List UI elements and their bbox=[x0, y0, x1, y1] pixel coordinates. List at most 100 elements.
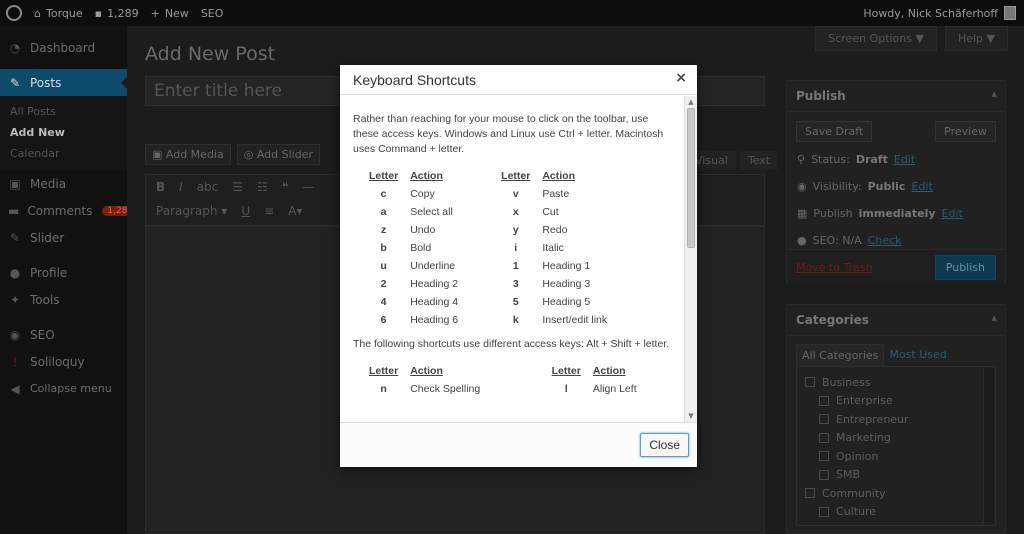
category-scrollbar[interactable] bbox=[983, 368, 994, 524]
checkbox[interactable] bbox=[819, 469, 829, 480]
blockquote-icon[interactable]: ❝ bbox=[282, 180, 288, 194]
admin-sidebar: ◔ Dashboard ✎ Posts All Posts Add New Cale… bbox=[0, 26, 139, 534]
category-item[interactable]: Enterprise bbox=[805, 392, 987, 411]
comments-link[interactable]: ▪ 1,289 bbox=[95, 7, 139, 20]
horizontal-line-icon[interactable]: — bbox=[302, 180, 314, 194]
user-icon: ● bbox=[9, 265, 21, 280]
category-item[interactable]: SMB bbox=[805, 466, 987, 485]
shortcuts-table: Letter Action Letter Action c Copy v Paste … bbox=[363, 168, 653, 329]
help-button[interactable]: Help ▼ bbox=[944, 26, 1008, 51]
column-header: Letter bbox=[501, 170, 531, 182]
column-header: Letter bbox=[369, 170, 399, 182]
submenu-add-new[interactable]: Add New bbox=[0, 122, 127, 143]
posts-submenu: All Posts Add New Calendar bbox=[0, 96, 127, 170]
submenu-all-posts[interactable]: All Posts bbox=[0, 101, 127, 122]
dialog-footer: Close bbox=[340, 422, 697, 467]
screen-meta-tabs: Screen Options ▼ Help ▼ bbox=[815, 26, 1008, 51]
checkbox[interactable] bbox=[819, 506, 829, 517]
avatar bbox=[1004, 6, 1016, 20]
preview-button[interactable]: Preview bbox=[935, 121, 996, 142]
wordpress-logo-icon[interactable] bbox=[6, 5, 22, 21]
publish-button[interactable]: Publish bbox=[934, 254, 996, 280]
edit-publish-time-link[interactable]: Edit bbox=[942, 207, 963, 220]
pin-icon: ✎ bbox=[9, 230, 21, 245]
sidebar-item-tools[interactable]: ✦ Tools bbox=[0, 286, 127, 313]
home-icon: ⌂ bbox=[34, 6, 41, 20]
tab-most-used[interactable]: Most Used bbox=[884, 344, 951, 366]
checkbox[interactable] bbox=[819, 395, 829, 406]
table-row: c Copy v Paste bbox=[380, 187, 570, 200]
category-item[interactable]: Business bbox=[805, 373, 987, 392]
scroll-up-icon[interactable]: ▲ bbox=[685, 96, 697, 108]
sidebar-item-profile[interactable]: ● Profile bbox=[0, 259, 127, 286]
account-menu[interactable]: Howdy, Nick Schäferhoff bbox=[863, 0, 1016, 26]
category-item[interactable]: Community bbox=[805, 484, 987, 503]
add-slider-button[interactable]: ◎ Add Slider bbox=[236, 144, 321, 165]
categories-box-title[interactable]: Categories bbox=[787, 305, 1005, 336]
edit-visibility-link[interactable]: Edit bbox=[911, 180, 932, 193]
checkbox[interactable] bbox=[819, 451, 829, 462]
publish-box-title[interactable]: Publish bbox=[787, 81, 1005, 112]
category-item[interactable]: Opinion bbox=[805, 447, 987, 466]
publish-time: ▦ Publish immediately Edit bbox=[797, 207, 963, 220]
publish-box: Publish Save Draft Preview ⚲ Status: Dra… bbox=[786, 80, 1006, 284]
scroll-down-icon[interactable]: ▼ bbox=[685, 410, 697, 422]
close-button[interactable]: Close bbox=[640, 433, 689, 457]
dialog-scrollbar[interactable]: ▲ ▼ bbox=[684, 96, 697, 422]
seo-check-link[interactable]: Check bbox=[868, 234, 902, 247]
move-to-trash-link[interactable]: Move to Trash bbox=[796, 261, 873, 274]
seo-icon: ◉ bbox=[9, 327, 21, 342]
dialog-body[interactable]: Rather than reaching for your mouse to c… bbox=[340, 96, 697, 422]
add-media-button[interactable]: ▣ Add Media bbox=[145, 144, 231, 165]
tab-text[interactable]: Text bbox=[739, 151, 779, 170]
column-header: Action bbox=[410, 170, 443, 182]
table-row: u Underline 1 Heading 1 bbox=[380, 259, 591, 272]
media-icon: ▣ bbox=[152, 148, 166, 161]
submenu-calendar[interactable]: Calendar bbox=[0, 143, 127, 164]
media-icon: ▣ bbox=[9, 176, 21, 191]
table-row: b Bold i Italic bbox=[380, 241, 564, 254]
new-content-link[interactable]: + New bbox=[151, 7, 189, 20]
site-name-link[interactable]: ⌂ Torque bbox=[34, 7, 83, 20]
edit-status-link[interactable]: Edit bbox=[894, 153, 915, 166]
sidebar-item-posts[interactable]: ✎ Posts bbox=[0, 69, 127, 96]
bullet-list-icon[interactable]: ☰ bbox=[232, 180, 243, 194]
pin-icon: ✎ bbox=[9, 75, 21, 90]
column-header: Action bbox=[410, 365, 443, 377]
italic-icon[interactable]: I bbox=[179, 180, 183, 194]
checkbox[interactable] bbox=[819, 414, 829, 425]
screen-options-button[interactable]: Screen Options ▼ bbox=[815, 26, 937, 51]
sidebar-item-media[interactable]: ▣ Media bbox=[0, 170, 127, 197]
category-item[interactable]: Culture bbox=[805, 503, 987, 522]
seo-link[interactable]: SEO bbox=[201, 7, 224, 20]
sidebar-item-seo[interactable]: ◉ SEO bbox=[0, 321, 127, 348]
dialog-title: Keyboard Shortcuts bbox=[353, 71, 476, 88]
checkbox[interactable] bbox=[805, 377, 815, 388]
checkbox[interactable] bbox=[819, 432, 829, 443]
paragraph-select[interactable]: Paragraph ▾ bbox=[156, 204, 227, 218]
save-draft-button[interactable]: Save Draft bbox=[796, 121, 873, 142]
sidebar-item-soliloquy[interactable]: ! Soliloquy bbox=[0, 348, 127, 375]
numbered-list-icon[interactable]: ☷ bbox=[257, 180, 268, 194]
sidebar-item-comments[interactable]: ▬ Comments 1,289 bbox=[0, 197, 139, 224]
strikethrough-icon[interactable]: abc bbox=[197, 180, 219, 194]
category-item[interactable]: Marketing bbox=[805, 429, 987, 448]
sidebar-item-slider[interactable]: ✎ Slider bbox=[0, 224, 127, 251]
slider-icon: ◎ bbox=[243, 148, 257, 161]
table-row: a Select all x Cut bbox=[380, 205, 559, 218]
justify-icon[interactable]: ≡ bbox=[264, 204, 274, 218]
table-row: 2 Heading 2 3 Heading 3 bbox=[380, 277, 591, 290]
scrollbar-thumb[interactable] bbox=[687, 108, 695, 248]
tab-all-categories[interactable]: All Categories bbox=[796, 344, 885, 366]
category-item[interactable]: Entrepreneur bbox=[805, 410, 987, 429]
sidebar-item-dashboard[interactable]: ◔ Dashboard bbox=[0, 34, 127, 61]
comment-icon: ▪ bbox=[94, 6, 103, 20]
bold-icon[interactable]: B bbox=[156, 180, 165, 194]
checkbox[interactable] bbox=[805, 488, 815, 499]
dialog-header: Keyboard Shortcuts × bbox=[340, 65, 697, 95]
close-icon[interactable]: × bbox=[675, 70, 687, 86]
underline-icon[interactable]: U bbox=[241, 204, 250, 218]
text-color-icon[interactable]: A▾ bbox=[288, 204, 302, 218]
collapse-menu[interactable]: ◀ Collapse menu bbox=[0, 375, 127, 402]
column-header: Action bbox=[592, 365, 626, 377]
